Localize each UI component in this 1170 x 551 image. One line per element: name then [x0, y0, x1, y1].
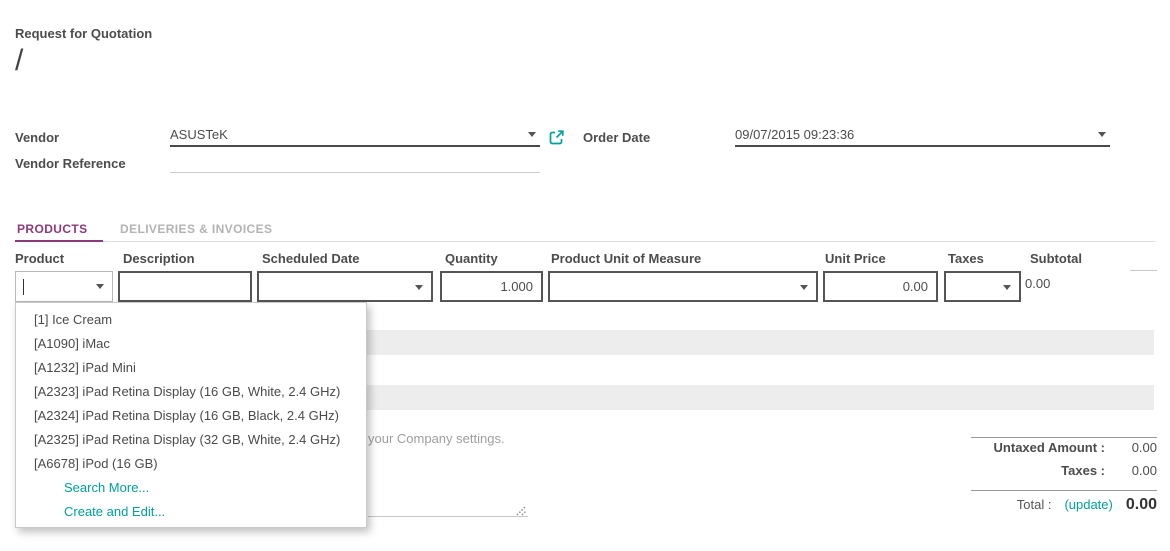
description-input[interactable] [120, 279, 250, 294]
vendor-input[interactable] [170, 127, 528, 142]
subtotal-value: 0.00 [1025, 276, 1050, 291]
tab-products[interactable]: PRODUCTS [17, 222, 88, 236]
vendor-reference-label: Vendor Reference [15, 156, 126, 171]
product-autocomplete-dropdown: [1] Ice Cream [A1090] iMac [A1232] iPad … [15, 302, 367, 528]
total-label: Total : [1017, 497, 1052, 512]
scheduled-date-caret-icon[interactable] [415, 285, 423, 290]
quantity-input[interactable] [442, 279, 541, 294]
totals-bottom-divider [971, 490, 1157, 491]
col-header-subtotal[interactable]: Subtotal [1030, 251, 1082, 266]
dropdown-item-product[interactable]: [A2324] iPad Retina Display (16 GB, Blac… [16, 404, 366, 428]
order-date-input[interactable] [735, 127, 1098, 142]
total-update-link[interactable]: (update) [1064, 497, 1112, 512]
text-cursor [23, 279, 24, 295]
vendor-reference-input[interactable] [170, 154, 540, 169]
dropdown-item-product[interactable]: [A1232] iPad Mini [16, 356, 366, 380]
company-settings-help-text: your Company settings. [368, 431, 505, 446]
col-header-scheduled-date[interactable]: Scheduled Date [262, 251, 360, 266]
record-name: / [15, 44, 23, 78]
order-date-dropdown-caret-icon[interactable] [1098, 132, 1106, 137]
dropdown-item-product[interactable]: [1] Ice Cream [16, 308, 366, 332]
notes-textarea-border [368, 516, 528, 517]
active-tab-underline [15, 240, 103, 242]
taxes-label: Taxes : [971, 463, 1115, 478]
total-row: Total : (update) 0.00 [971, 496, 1157, 514]
unit-price-input[interactable] [825, 279, 936, 294]
unit-price-cell[interactable] [823, 271, 938, 302]
taxes-value: 0.00 [1115, 463, 1157, 478]
col-header-taxes[interactable]: Taxes [948, 251, 984, 266]
untaxed-amount-row: Untaxed Amount : 0.00 [971, 440, 1157, 461]
tabbar-divider [15, 241, 1155, 242]
total-value: 0.00 [1126, 496, 1157, 514]
col-header-product-uom[interactable]: Product Unit of Measure [551, 251, 701, 266]
vendor-external-link-icon[interactable] [549, 130, 564, 145]
resize-grip-icon[interactable] [514, 503, 527, 516]
taxes-row: Taxes : 0.00 [971, 463, 1157, 484]
order-date-field[interactable] [735, 124, 1110, 147]
col-header-unit-price[interactable]: Unit Price [825, 251, 886, 266]
vendor-reference-field[interactable] [170, 150, 540, 173]
dropdown-item-product[interactable]: [A6678] iPod (16 GB) [16, 452, 366, 476]
totals-top-divider [971, 437, 1157, 438]
scheduled-date-input[interactable] [259, 279, 431, 294]
taxes-cell[interactable] [944, 271, 1021, 302]
order-date-label: Order Date [583, 130, 650, 145]
dropdown-item-product[interactable]: [A2323] iPad Retina Display (16 GB, Whit… [16, 380, 366, 404]
dropdown-create-edit-link[interactable]: Create and Edit... [16, 500, 366, 524]
product-uom-cell[interactable] [548, 271, 818, 302]
untaxed-amount-value: 0.00 [1115, 440, 1157, 455]
dropdown-item-product[interactable]: [A2325] iPad Retina Display (32 GB, Whit… [16, 428, 366, 452]
product-uom-input[interactable] [550, 279, 816, 294]
dropdown-item-product[interactable]: [A1090] iMac [16, 332, 366, 356]
dropdown-search-more-link[interactable]: Search More... [16, 476, 366, 500]
product-cell[interactable] [15, 271, 113, 302]
description-cell[interactable] [118, 271, 252, 302]
taxes-caret-icon[interactable] [1003, 285, 1011, 290]
product-uom-caret-icon[interactable] [800, 285, 808, 290]
rfq-form-page: Request for Quotation / Vendor Order Dat… [0, 0, 1170, 551]
row-end-divider [1130, 270, 1157, 271]
col-header-quantity[interactable]: Quantity [445, 251, 498, 266]
untaxed-amount-label: Untaxed Amount : [971, 440, 1115, 455]
quantity-cell[interactable] [440, 271, 543, 302]
col-header-description[interactable]: Description [123, 251, 195, 266]
vendor-field[interactable] [170, 124, 540, 147]
vendor-dropdown-caret-icon[interactable] [528, 132, 536, 137]
totals-block: Untaxed Amount : 0.00 Taxes : 0.00 Total… [971, 437, 1157, 514]
tab-deliveries-invoices[interactable]: DELIVERIES & INVOICES [120, 222, 272, 236]
product-dropdown-caret-icon[interactable] [96, 284, 104, 289]
vendor-label: Vendor [15, 130, 59, 145]
scheduled-date-cell[interactable] [257, 271, 433, 302]
col-header-product[interactable]: Product [15, 251, 64, 266]
doc-type-label: Request for Quotation [15, 26, 152, 41]
